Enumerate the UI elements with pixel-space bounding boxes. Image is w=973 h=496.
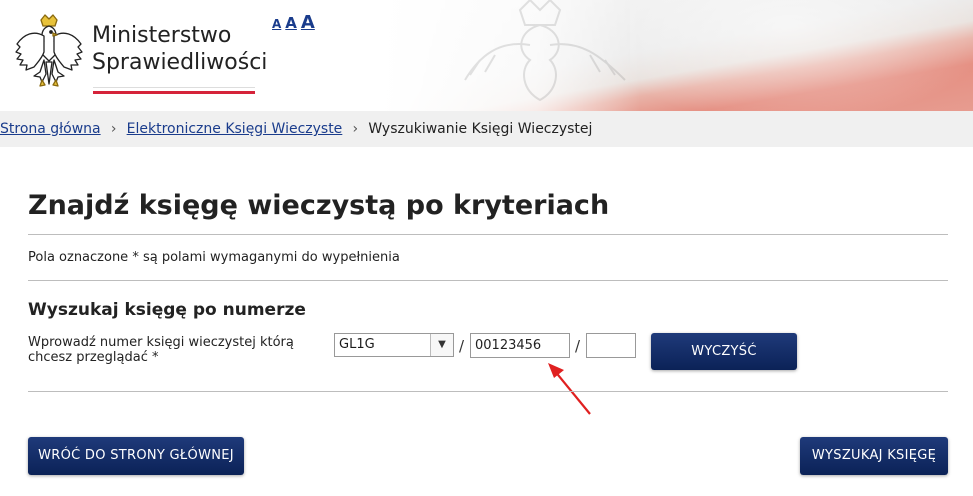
chevron-right-icon: › (110, 121, 117, 137)
clear-button[interactable]: WYCZYŚĆ (651, 333, 797, 370)
breadcrumb-ekw-link[interactable]: Elektroniczne Księgi Wieczyste (127, 121, 343, 137)
divider (28, 280, 948, 281)
brand-underline (93, 87, 255, 94)
annotation-arrow-icon (548, 363, 591, 415)
search-book-button[interactable]: WYSZUKAJ KSIĘGĘ (800, 437, 948, 475)
font-size-large-button[interactable]: A (301, 12, 315, 33)
ministry-name: Ministerstwo Sprawiedliwości (92, 22, 267, 76)
eagle-watermark-icon (464, 0, 626, 102)
header: Ministerstwo Sprawiedliwości AAA (0, 0, 973, 111)
page-title: Znajdź księgę wieczystą po kryteriach (28, 190, 610, 221)
required-fields-note: Pola oznaczone * są polami wymaganymi do… (28, 250, 400, 265)
section-title: Wyszukaj księgę po numerze (28, 300, 306, 320)
back-to-home-button[interactable]: WRÓĆ DO STRONY GŁÓWNEJ (28, 437, 244, 475)
ministry-name-line2: Sprawiedliwości (92, 50, 268, 75)
font-size-medium-button[interactable]: A (285, 14, 297, 32)
separator-slash: / (459, 337, 465, 355)
chevron-right-icon: › (352, 121, 359, 137)
font-size-small-button[interactable]: A (272, 17, 281, 31)
court-code-select[interactable]: GL1G ▼ (334, 333, 454, 357)
font-size-controls: AAA (272, 12, 319, 33)
eagle-emblem-icon (15, 14, 83, 87)
book-number-label: Wprowadź numer księgi wieczystej którą c… (28, 335, 294, 365)
breadcrumb-home-link[interactable]: Strona główna (0, 121, 101, 137)
ministry-name-line1: Ministerstwo (92, 23, 232, 48)
breadcrumb: Strona główna › Elektroniczne Księgi Wiecz… (0, 111, 973, 147)
divider (28, 391, 948, 392)
separator-slash: / (575, 337, 581, 355)
dropdown-arrow-icon[interactable]: ▼ (430, 334, 453, 356)
breadcrumb-current: Wyszukiwanie Księgi Wieczystej (368, 121, 593, 137)
divider (28, 234, 948, 235)
court-code-value: GL1G (339, 337, 375, 352)
control-digit-input[interactable] (586, 333, 636, 358)
book-number-input[interactable]: 00123456 (470, 333, 570, 358)
